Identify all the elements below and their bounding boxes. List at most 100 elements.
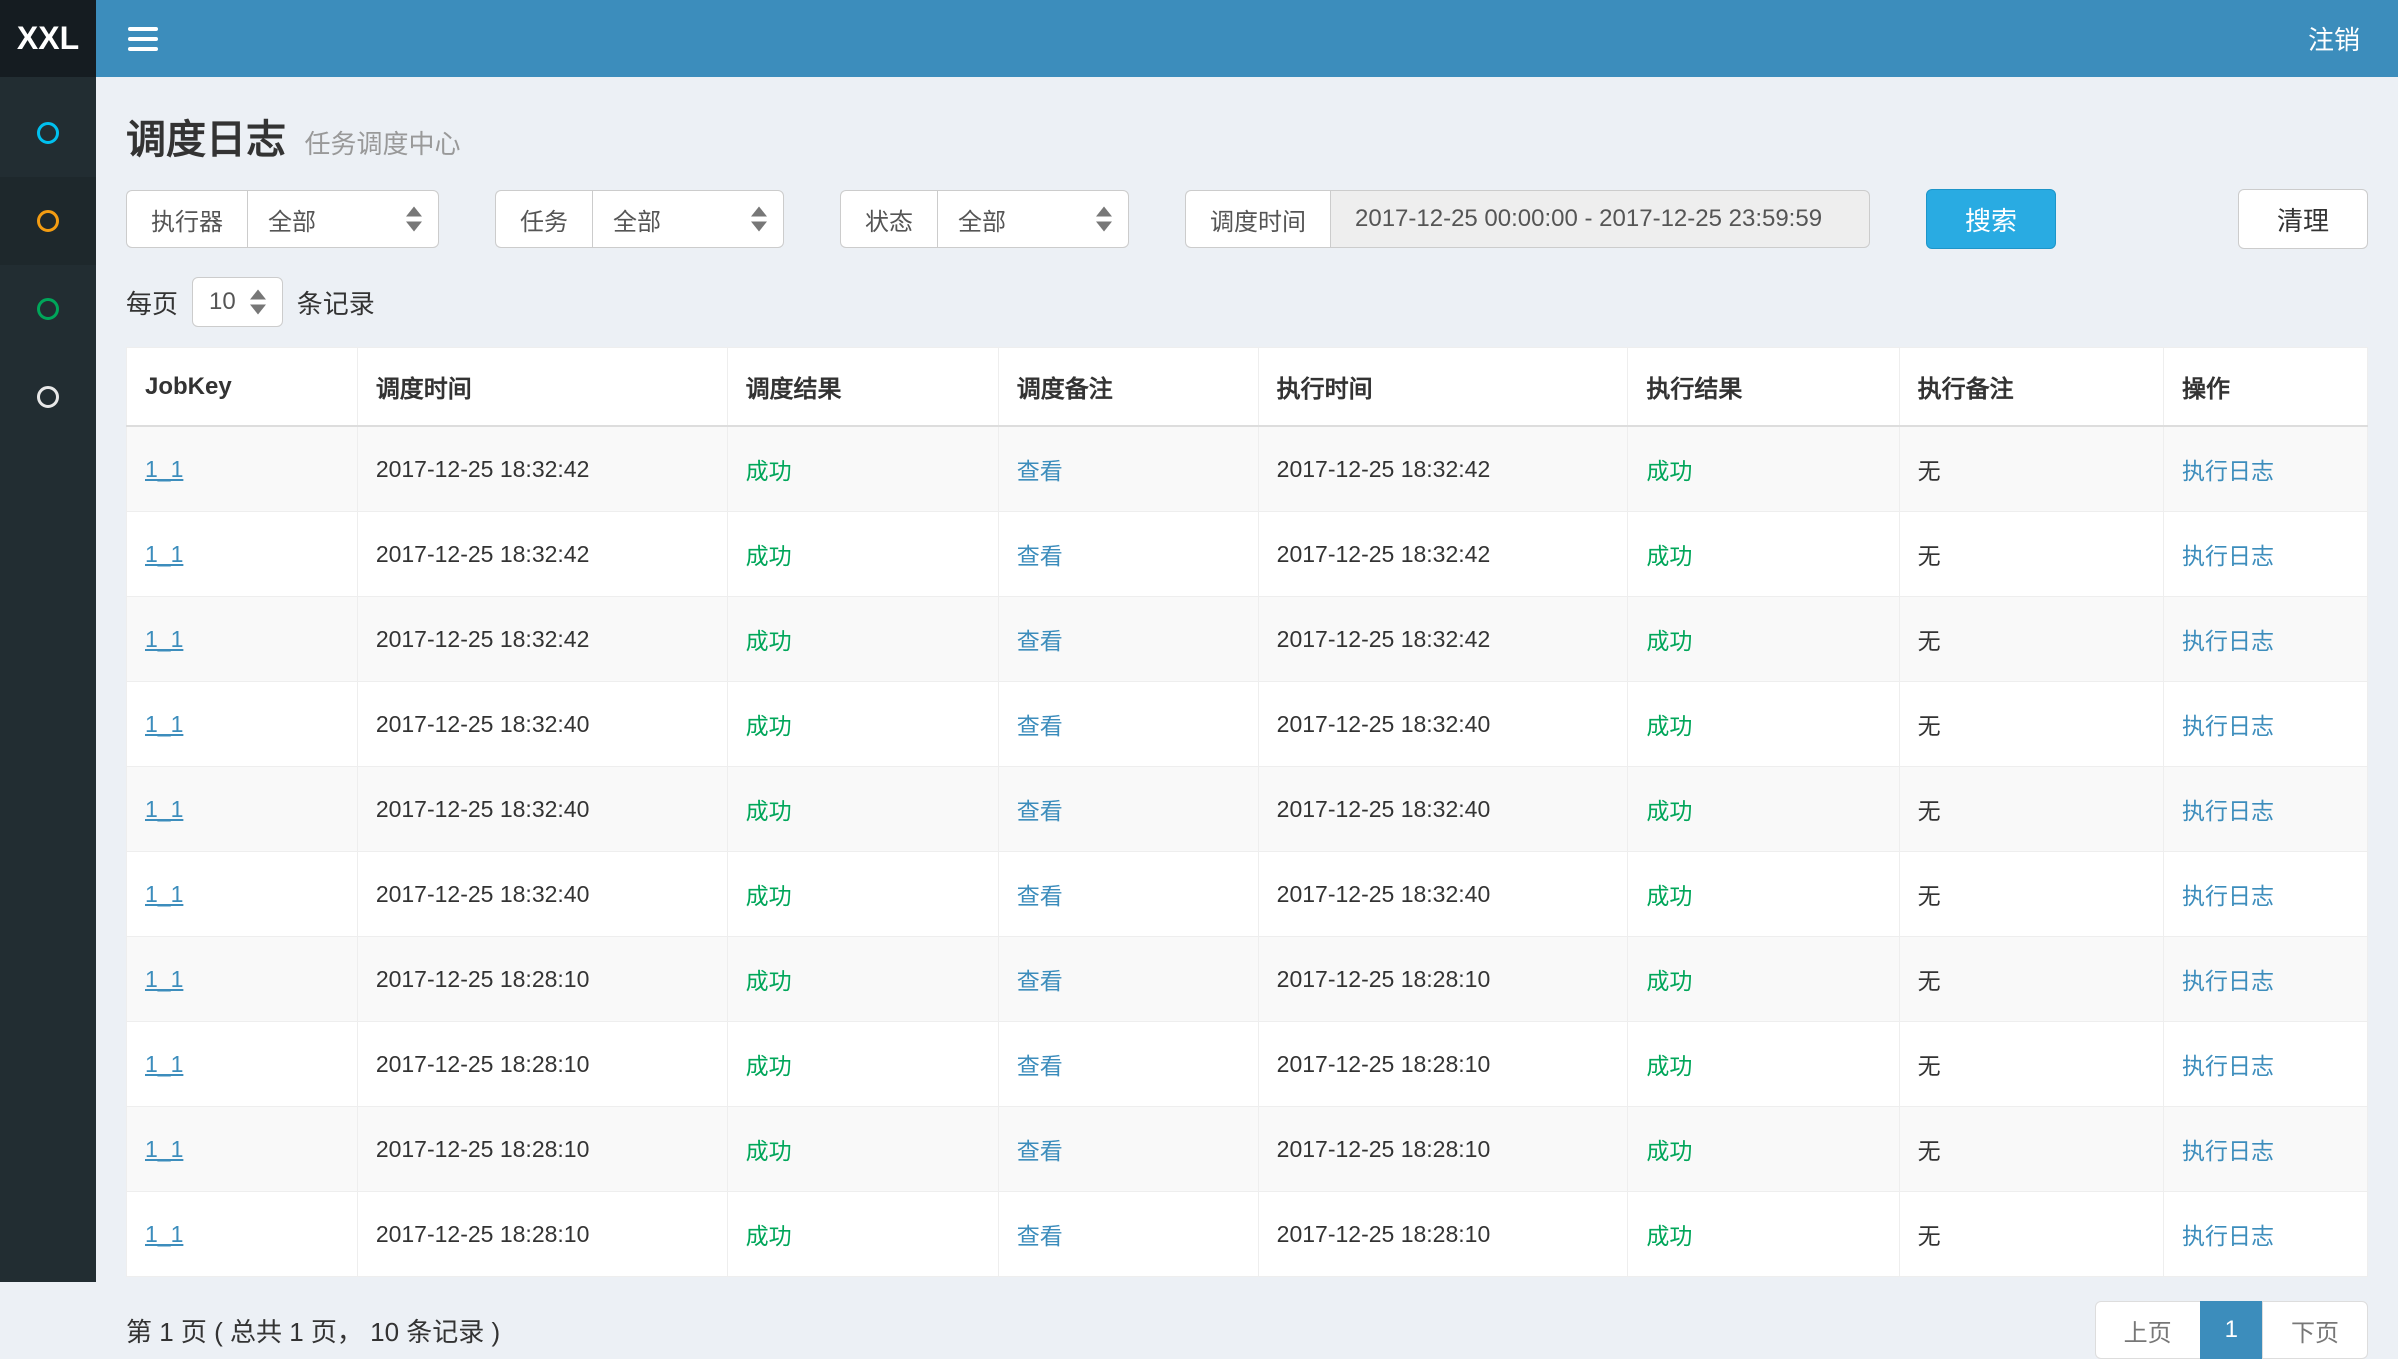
app-logo[interactable]: XXL [0, 0, 96, 77]
handle-result: 成功 [1646, 628, 1692, 654]
execution-log-link[interactable]: 执行日志 [2182, 628, 2274, 654]
trigger-result: 成功 [746, 628, 792, 654]
table-row: 1_12017-12-25 18:32:40成功查看2017-12-25 18:… [127, 852, 2368, 937]
cell-job_key: 1_1 [127, 767, 358, 852]
trigger-msg-link[interactable]: 查看 [1017, 968, 1063, 994]
execution-log-link[interactable]: 执行日志 [2182, 968, 2274, 994]
sidebar-item-4[interactable] [0, 353, 96, 441]
cell-trigger_time: 2017-12-25 18:32:42 [357, 512, 727, 597]
column-header: 执行备注 [1899, 348, 2163, 427]
jobkey-link[interactable]: 1_1 [145, 1051, 183, 1077]
cell-handle_msg: 无 [1899, 597, 2163, 682]
handle-result: 成功 [1646, 1053, 1692, 1079]
jobkey-link[interactable]: 1_1 [145, 1221, 183, 1247]
cell-handle_result: 成功 [1628, 937, 1899, 1022]
time-range-input[interactable]: 2017-12-25 00:00:00 - 2017-12-25 23:59:5… [1330, 190, 1870, 248]
execution-log-link[interactable]: 执行日志 [2182, 458, 2274, 484]
trigger-result: 成功 [746, 1053, 792, 1079]
cell-handle_result: 成功 [1628, 682, 1899, 767]
prev-page-button[interactable]: 上页 [2095, 1301, 2201, 1359]
page-size-suffix: 条记录 [297, 284, 375, 321]
cell-job_key: 1_1 [127, 682, 358, 767]
execution-log-link[interactable]: 执行日志 [2182, 1138, 2274, 1164]
page-size-select[interactable]: 10 [192, 277, 283, 327]
handle-msg: 无 [1918, 543, 1941, 569]
cell-trigger_time: 2017-12-25 18:28:10 [357, 1022, 727, 1107]
status-filter-label: 状态 [840, 190, 937, 248]
cell-trigger_msg: 查看 [998, 767, 1258, 852]
trigger-time: 2017-12-25 18:32:40 [376, 796, 590, 822]
page-size-control: 每页 10 条记录 [126, 277, 2368, 327]
table-row: 1_12017-12-25 18:32:42成功查看2017-12-25 18:… [127, 426, 2368, 512]
jobkey-link[interactable]: 1_1 [145, 881, 183, 907]
jobkey-link[interactable]: 1_1 [145, 1136, 183, 1162]
jobkey-link[interactable]: 1_1 [145, 456, 183, 482]
sidebar-item-3[interactable] [0, 265, 96, 353]
trigger-msg-link[interactable]: 查看 [1017, 883, 1063, 909]
cell-trigger_time: 2017-12-25 18:28:10 [357, 1107, 727, 1192]
trigger-msg-link[interactable]: 查看 [1017, 628, 1063, 654]
handle-time: 2017-12-25 18:28:10 [1277, 966, 1491, 992]
clear-button[interactable]: 清理 [2238, 189, 2368, 249]
cell-trigger_time: 2017-12-25 18:28:10 [357, 937, 727, 1022]
status-filter-select[interactable]: 全部 [937, 190, 1129, 248]
trigger-time: 2017-12-25 18:28:10 [376, 1221, 590, 1247]
time-filter-label: 调度时间 [1185, 190, 1330, 248]
logout-link[interactable]: 注销 [2308, 20, 2360, 57]
jobkey-link[interactable]: 1_1 [145, 711, 183, 737]
trigger-time: 2017-12-25 18:32:42 [376, 541, 590, 567]
trigger-msg-link[interactable]: 查看 [1017, 713, 1063, 739]
jobkey-link[interactable]: 1_1 [145, 966, 183, 992]
select-stepper-icon [1096, 207, 1112, 232]
cell-handle_result: 成功 [1628, 852, 1899, 937]
circle-o-icon [37, 122, 59, 144]
cell-handle_msg: 无 [1899, 1192, 2163, 1277]
trigger-time: 2017-12-25 18:32:42 [376, 626, 590, 652]
cell-trigger_result: 成功 [727, 852, 998, 937]
cell-handle_msg: 无 [1899, 1022, 2163, 1107]
current-page-button[interactable]: 1 [2200, 1301, 2263, 1359]
sidebar-item-2[interactable] [0, 177, 96, 265]
handle-msg: 无 [1918, 1223, 1941, 1249]
cell-trigger_msg: 查看 [998, 852, 1258, 937]
search-button[interactable]: 搜索 [1926, 189, 2056, 249]
navbar-bar: 注销 [96, 0, 2398, 77]
trigger-msg-link[interactable]: 查看 [1017, 798, 1063, 824]
sidebar-item-1[interactable] [0, 89, 96, 177]
column-header: 执行结果 [1628, 348, 1899, 427]
jobkey-link[interactable]: 1_1 [145, 626, 183, 652]
select-stepper-icon [406, 207, 422, 232]
execution-log-link[interactable]: 执行日志 [2182, 1223, 2274, 1249]
cell-handle_msg: 无 [1899, 767, 2163, 852]
cell-handle_msg: 无 [1899, 852, 2163, 937]
execution-log-link[interactable]: 执行日志 [2182, 798, 2274, 824]
handle-result: 成功 [1646, 798, 1692, 824]
cell-trigger_msg: 查看 [998, 597, 1258, 682]
cell-action: 执行日志 [2164, 426, 2368, 512]
trigger-msg-link[interactable]: 查看 [1017, 1138, 1063, 1164]
executor-filter: 执行器 全部 [126, 190, 439, 248]
job-filter-select[interactable]: 全部 [592, 190, 784, 248]
jobkey-link[interactable]: 1_1 [145, 796, 183, 822]
trigger-msg-link[interactable]: 查看 [1017, 543, 1063, 569]
cell-trigger_result: 成功 [727, 426, 998, 512]
executor-filter-select[interactable]: 全部 [247, 190, 439, 248]
trigger-msg-link[interactable]: 查看 [1017, 458, 1063, 484]
execution-log-link[interactable]: 执行日志 [2182, 713, 2274, 739]
cell-job_key: 1_1 [127, 852, 358, 937]
sidebar-toggle-icon[interactable] [128, 27, 158, 51]
column-header: 执行时间 [1258, 348, 1628, 427]
cell-job_key: 1_1 [127, 1022, 358, 1107]
column-header: 调度时间 [357, 348, 727, 427]
cell-trigger_result: 成功 [727, 597, 998, 682]
jobkey-link[interactable]: 1_1 [145, 541, 183, 567]
cell-handle_msg: 无 [1899, 512, 2163, 597]
next-page-button[interactable]: 下页 [2262, 1301, 2368, 1359]
execution-log-link[interactable]: 执行日志 [2182, 883, 2274, 909]
execution-log-link[interactable]: 执行日志 [2182, 1053, 2274, 1079]
execution-log-link[interactable]: 执行日志 [2182, 543, 2274, 569]
trigger-msg-link[interactable]: 查看 [1017, 1053, 1063, 1079]
cell-handle_msg: 无 [1899, 1107, 2163, 1192]
trigger-msg-link[interactable]: 查看 [1017, 1223, 1063, 1249]
handle-time: 2017-12-25 18:32:40 [1277, 796, 1491, 822]
